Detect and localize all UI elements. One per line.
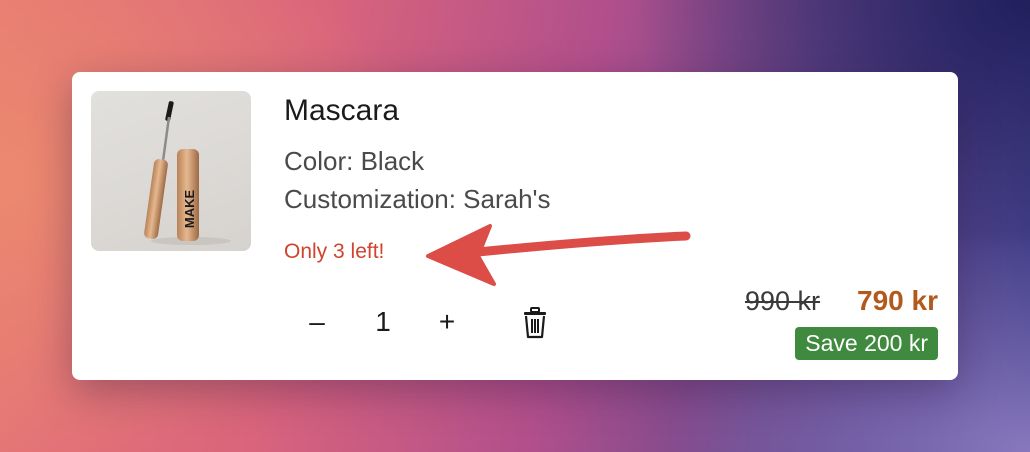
original-price: 990 kr	[744, 286, 820, 316]
product-image[interactable]: MAKE	[91, 91, 251, 251]
savings-badge: Save 200 kr	[795, 327, 938, 360]
cart-item-card: MAKE Mascara Color: Black Customization:…	[72, 72, 958, 380]
mascara-image-graphic: MAKE	[144, 101, 231, 245]
increase-quantity-button[interactable]: +	[432, 302, 462, 342]
trash-icon	[524, 307, 546, 339]
product-title: Mascara	[284, 94, 400, 127]
product-customization: Customization: Sarah's	[284, 184, 551, 214]
decrease-quantity-button[interactable]: –	[302, 302, 332, 342]
stock-notice: Only 3 left!	[284, 240, 385, 263]
delete-item-button[interactable]	[520, 306, 550, 340]
quantity-value: 1	[375, 306, 391, 337]
page: { "product": { "title": "Mascara", "colo…	[0, 0, 1030, 452]
product-color: Color: Black	[284, 146, 425, 176]
current-price: 790 kr	[857, 285, 938, 316]
brand-text: MAKE	[182, 190, 197, 229]
